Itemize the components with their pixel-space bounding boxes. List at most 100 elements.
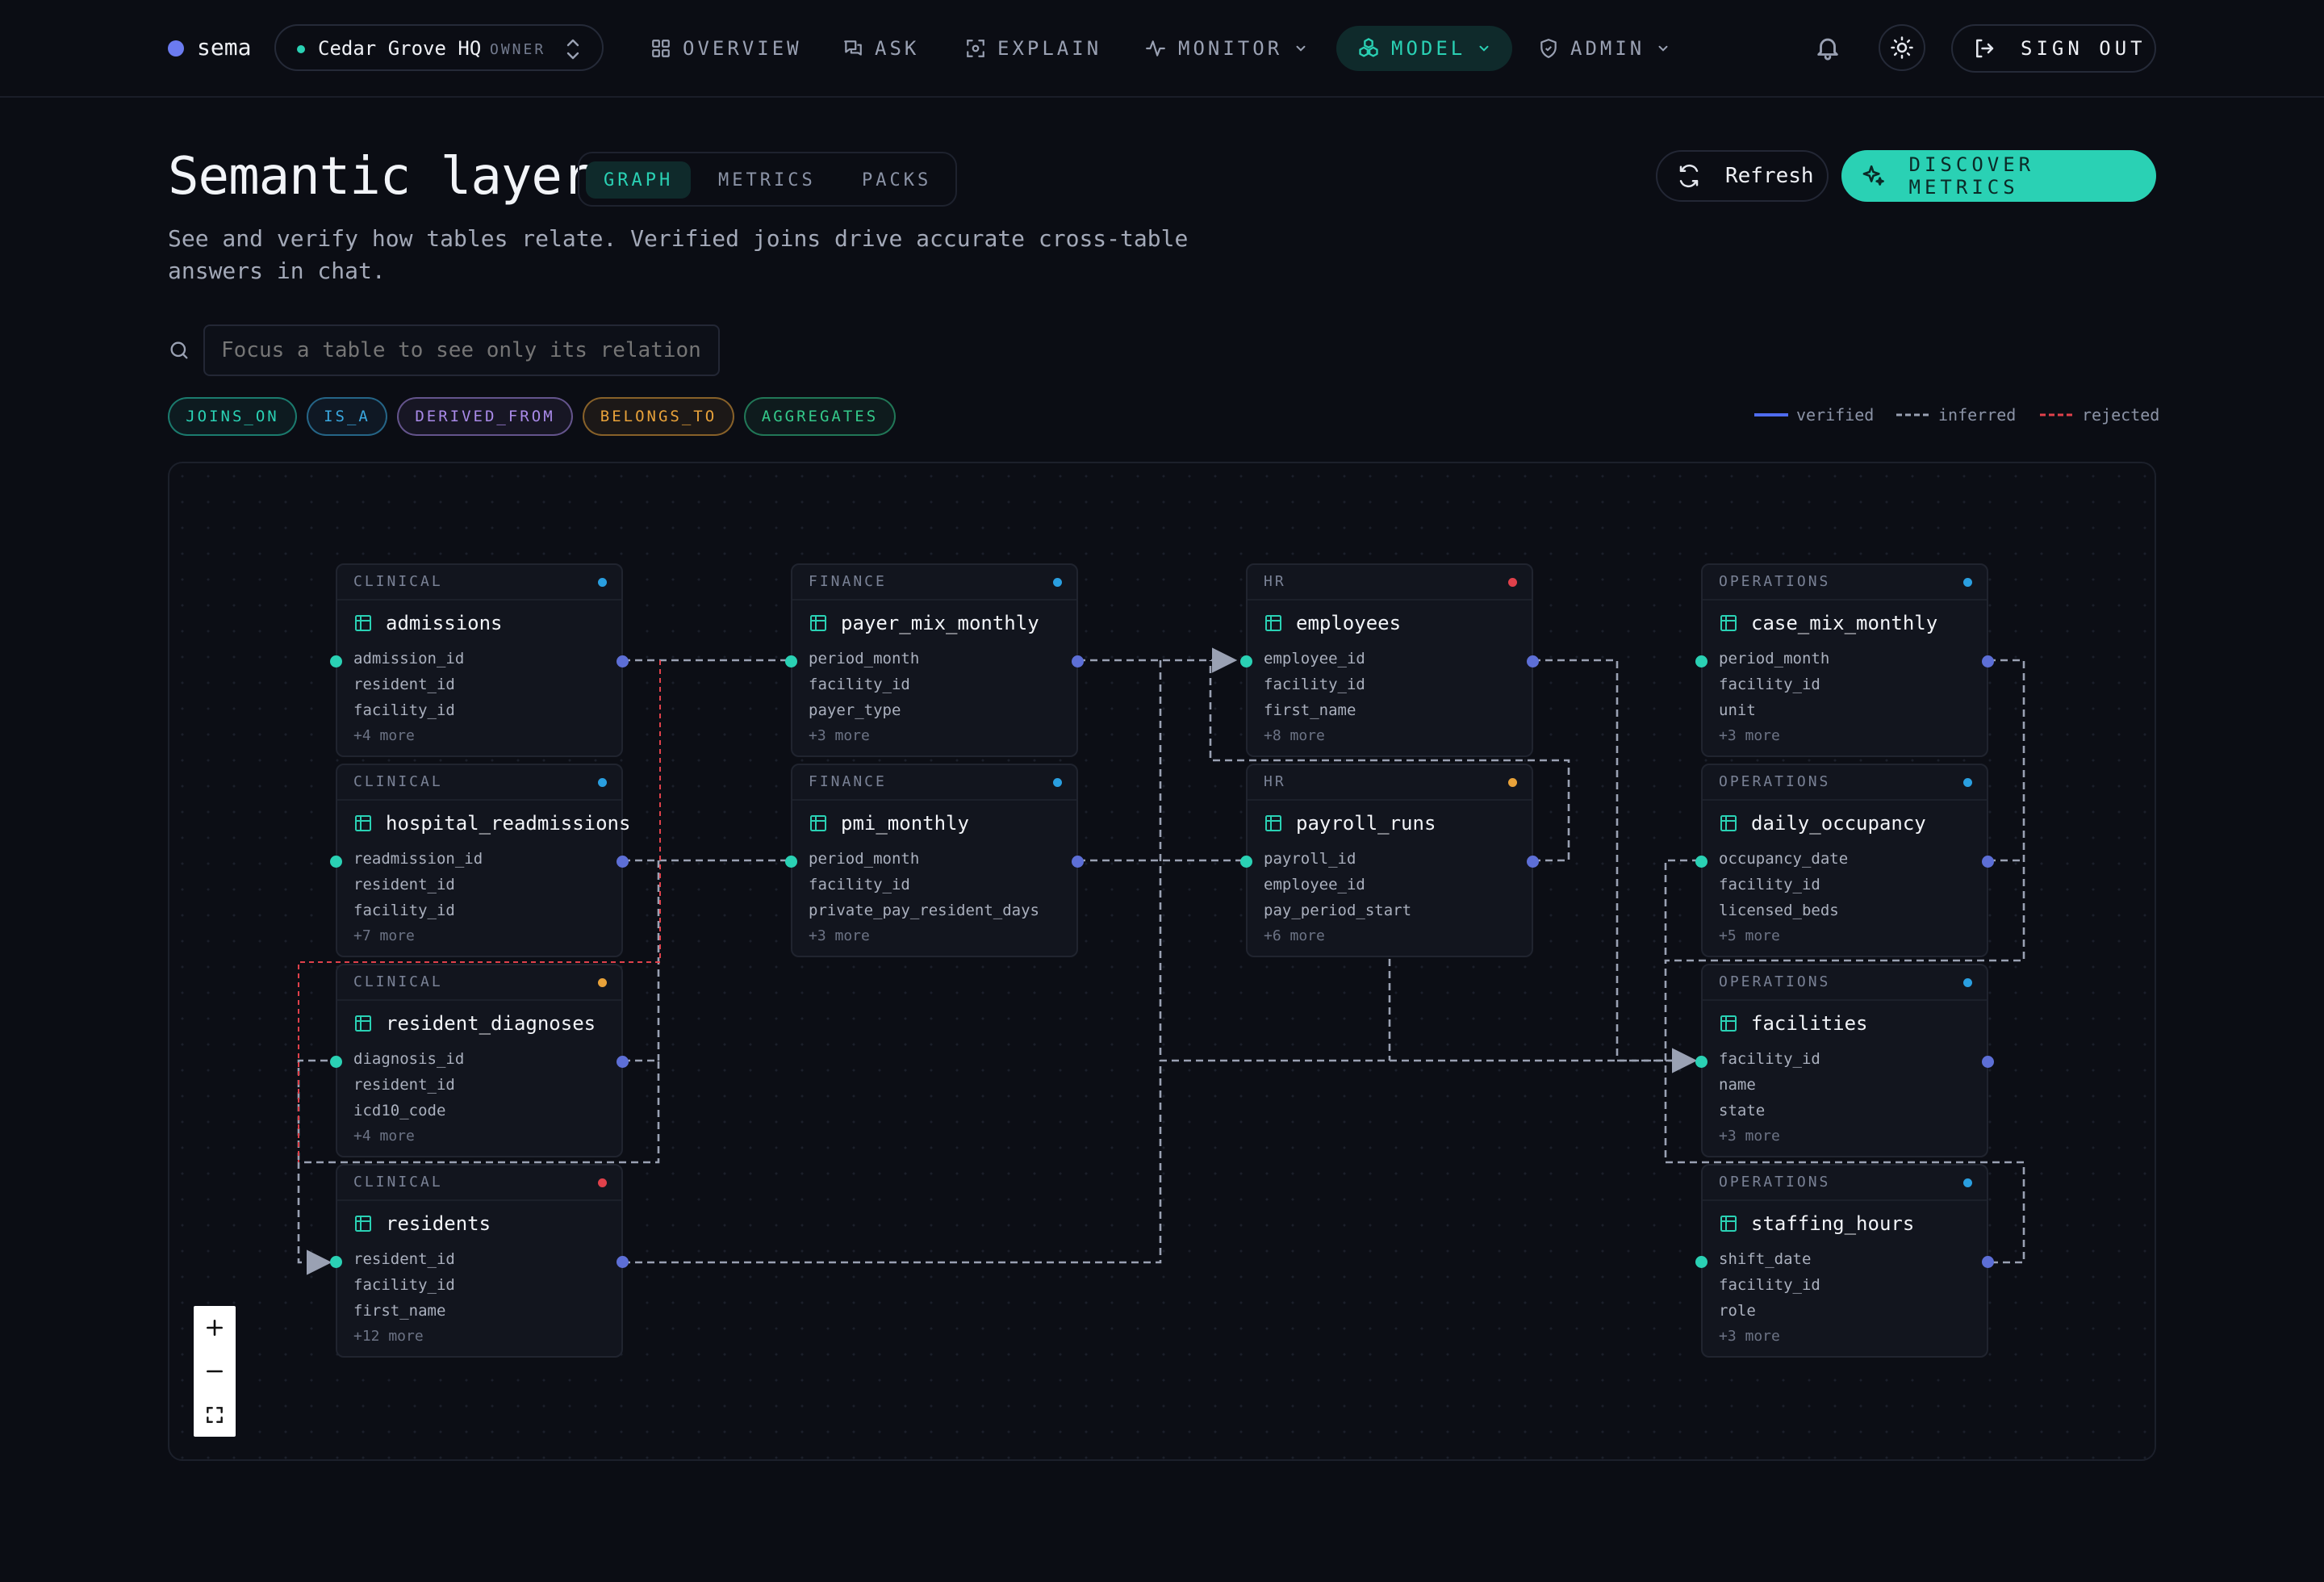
input-port[interactable] [785, 856, 797, 868]
input-port[interactable] [785, 655, 797, 668]
table-node-resident-diagnoses[interactable]: CLINICAL resident_diagnoses diagnosis_id… [330, 964, 629, 1157]
refresh-button[interactable]: Refresh [1656, 150, 1829, 202]
workspace-switcher[interactable]: Cedar Grove HQ OWNER [274, 24, 604, 71]
output-port[interactable] [1527, 856, 1539, 868]
nav-admin-label: ADMIN [1570, 37, 1645, 60]
tab-packs[interactable]: PACKS [862, 161, 931, 199]
table-node-daily-occupancy[interactable]: OPERATIONS daily_occupancy occupancy_dat… [1695, 764, 1994, 957]
output-port[interactable] [1982, 1056, 1994, 1068]
input-port[interactable] [1695, 655, 1707, 668]
input-port[interactable] [330, 1056, 342, 1068]
output-port[interactable] [617, 655, 629, 668]
output-port[interactable] [617, 1256, 629, 1268]
more-fields-link[interactable]: +5 more [1719, 923, 1848, 949]
bell-icon[interactable] [1814, 34, 1841, 61]
input-port[interactable] [1240, 856, 1252, 868]
field: facility_id [1719, 1050, 1820, 1068]
output-port[interactable] [1982, 1256, 1994, 1268]
more-fields-link[interactable]: +3 more [809, 723, 919, 749]
nav-explain[interactable]: EXPLAIN [965, 26, 1101, 71]
field: employee_id [1264, 650, 1365, 668]
output-port[interactable] [617, 1056, 629, 1068]
table-name: payroll_runs [1296, 812, 1436, 835]
field: shift_date [1719, 1250, 1812, 1268]
input-port[interactable] [1695, 856, 1707, 868]
input-port[interactable] [1695, 1256, 1707, 1268]
status-dot [1963, 978, 1972, 987]
more-fields-link[interactable]: +3 more [1719, 1324, 1820, 1350]
output-port[interactable] [1982, 856, 1994, 868]
field: period_month [809, 850, 920, 868]
top-nav: sema Cedar Grove HQ OWNER OVERVIEW ASK E… [0, 0, 2324, 98]
filter-chip-is-a[interactable]: IS_A [307, 397, 387, 436]
more-fields-link[interactable]: +4 more [353, 723, 464, 749]
field: resident_id [353, 1250, 455, 1268]
field: facility_id [1719, 676, 1820, 693]
solid-line-icon [1754, 413, 1788, 416]
table-name: facilities [1751, 1012, 1868, 1035]
input-port[interactable] [1695, 1056, 1707, 1068]
zoom-in-button[interactable] [194, 1306, 236, 1350]
table-node-pmi-monthly[interactable]: FINANCE pmi_monthly period_month facility… [785, 764, 1084, 957]
chevron-down-icon [1658, 45, 1668, 52]
table-name: employees [1296, 612, 1402, 634]
chevron-down-icon [1479, 45, 1489, 52]
status-dot [1053, 578, 1062, 587]
output-port[interactable] [1072, 655, 1084, 668]
filter-chip-joins-on[interactable]: JOINS_ON [168, 397, 297, 436]
output-port[interactable] [1527, 655, 1539, 668]
filter-chip-derived-from[interactable]: DERIVED_FROM [397, 397, 573, 436]
discover-metrics-button[interactable]: DISCOVER METRICS [1841, 150, 2156, 202]
more-fields-link[interactable]: +12 more [353, 1324, 455, 1350]
field: facility_id [809, 876, 910, 894]
input-port[interactable] [330, 1256, 342, 1268]
more-fields-link[interactable]: +8 more [1264, 723, 1365, 749]
input-port[interactable] [330, 655, 342, 668]
more-fields-link[interactable]: +6 more [1264, 923, 1411, 949]
shield-icon [1540, 39, 1557, 58]
zoom-controls [194, 1306, 236, 1437]
output-port[interactable] [1982, 655, 1994, 668]
table-node-case-mix-monthly[interactable]: OPERATIONS case_mix_monthly period_month… [1695, 563, 1994, 757]
nav-monitor[interactable]: MONITOR [1144, 26, 1308, 71]
nav-admin[interactable]: ADMIN [1538, 26, 1670, 71]
sign-out-button[interactable]: SIGN OUT [1951, 24, 2156, 73]
table-node-admissions[interactable]: CLINICAL admissions admission_id resident… [330, 563, 629, 757]
tab-metrics[interactable]: METRICS [718, 161, 816, 199]
table-icon [1265, 615, 1281, 631]
fit-view-button[interactable] [194, 1393, 236, 1437]
input-port[interactable] [330, 856, 342, 868]
focus-table-search-input[interactable] [203, 324, 720, 376]
field: readmission_id [353, 850, 483, 868]
table-icon [355, 615, 371, 631]
more-fields-link[interactable]: +3 more [1719, 1124, 1820, 1149]
table-node-payroll-runs[interactable]: HR payroll_runs payroll_id employee_id pay… [1240, 764, 1539, 957]
nav-ask[interactable]: ASK [842, 26, 919, 71]
table-node-facilities[interactable]: OPERATIONS facilities facility_id name sta… [1695, 964, 1994, 1157]
table-node-employees[interactable]: HR employees employee_id facility_id first… [1240, 563, 1539, 757]
table-node-payer-mix-monthly[interactable]: FINANCE payer_mix_monthly period_month fa… [785, 563, 1084, 757]
more-fields-link[interactable]: +3 more [1719, 723, 1829, 749]
more-fields-link[interactable]: +3 more [809, 923, 1039, 949]
table-node-residents[interactable]: CLINICAL residents resident_id facility_i… [330, 1164, 629, 1358]
more-fields-link[interactable]: +7 more [353, 923, 483, 949]
field: name [1719, 1076, 1756, 1094]
filter-chip-belongs-to[interactable]: BELONGS_TO [583, 397, 734, 436]
more-fields-link[interactable]: +4 more [353, 1124, 464, 1149]
output-port[interactable] [617, 856, 629, 868]
field: resident_id [353, 676, 455, 693]
output-port[interactable] [1072, 856, 1084, 868]
zoom-out-button[interactable] [194, 1350, 236, 1393]
table-node-staffing-hours[interactable]: OPERATIONS staffing_hours shift_date faci… [1695, 1164, 1994, 1358]
dashed-line-icon [2040, 413, 2074, 416]
nav-model[interactable]: MODEL [1336, 26, 1513, 71]
theme-toggle-button[interactable] [1879, 24, 1925, 71]
brand-name[interactable]: sema [197, 34, 251, 61]
status-dot [1963, 778, 1972, 787]
workspace-name: Cedar Grove HQ [318, 37, 482, 60]
tab-graph[interactable]: GRAPH [586, 161, 692, 199]
nav-overview[interactable]: OVERVIEW [650, 26, 802, 71]
input-port[interactable] [1240, 655, 1252, 668]
filter-chip-aggregates[interactable]: AGGREGATES [744, 397, 896, 436]
table-node-hospital-readmissions[interactable]: CLINICAL hospital_readmissions readmissi… [330, 764, 630, 957]
